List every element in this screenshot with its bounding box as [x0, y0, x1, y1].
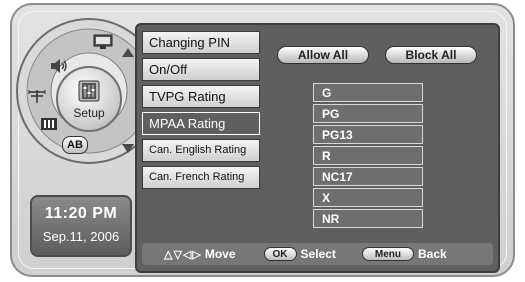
- rating-nr[interactable]: NR: [313, 209, 423, 228]
- clock-display: 11:20 PM Sep.11, 2006: [30, 195, 132, 257]
- rating-g[interactable]: G: [313, 83, 423, 102]
- menu-item-mpaa-rating[interactable]: MPAA Rating: [142, 112, 260, 135]
- setup-button[interactable]: Setup: [56, 66, 122, 132]
- menu-item-can-french-rating[interactable]: Can. French Rating: [142, 166, 260, 189]
- setup-icon: [78, 80, 100, 102]
- help-back: Menu Back: [361, 247, 447, 261]
- ab-input-icon[interactable]: AB: [62, 136, 88, 154]
- select-label: Select: [300, 247, 336, 261]
- menu-item-changing-pin[interactable]: Changing PIN: [142, 31, 260, 54]
- rating-nc17[interactable]: NC17: [313, 167, 423, 186]
- monitor-icon[interactable]: [92, 34, 114, 50]
- rating-pg[interactable]: PG: [313, 104, 423, 123]
- arrow-keys-icon: △▽◁▷: [164, 248, 202, 261]
- dial-down-arrow-icon[interactable]: [122, 144, 134, 153]
- clock-time: 11:20 PM: [44, 205, 118, 222]
- mpaa-rating-list: G PG PG13 R NC17 X NR: [313, 83, 423, 230]
- menu-item-tvpg-rating[interactable]: TVPG Rating: [142, 85, 260, 108]
- ab-input-label: AB: [67, 139, 83, 151]
- setup-label: Setup: [73, 106, 105, 120]
- clock-date: Sep.11, 2006: [42, 229, 120, 244]
- channel-list-icon[interactable]: [38, 116, 60, 132]
- menu-key-icon: Menu: [361, 247, 414, 261]
- lock-menu: Changing PIN On/Off TVPG Rating MPAA Rat…: [142, 31, 260, 193]
- parental-lock-panel: Changing PIN On/Off TVPG Rating MPAA Rat…: [135, 23, 500, 273]
- menu-item-can-english-rating[interactable]: Can. English Rating: [142, 139, 260, 162]
- ok-key-icon: OK: [263, 247, 297, 261]
- rating-x[interactable]: X: [313, 188, 423, 207]
- rating-pg13[interactable]: PG13: [313, 125, 423, 144]
- help-select: OK Select: [263, 247, 336, 261]
- dial-up-arrow-icon[interactable]: [122, 48, 134, 57]
- block-all-button[interactable]: Block All: [385, 46, 477, 64]
- antenna-icon[interactable]: [26, 88, 48, 104]
- menu-item-on-off[interactable]: On/Off: [142, 58, 260, 81]
- help-move: △▽◁▷ Move: [142, 247, 236, 261]
- rating-r[interactable]: R: [313, 146, 423, 165]
- speaker-icon[interactable]: [48, 58, 70, 74]
- allow-all-button[interactable]: Allow All: [277, 46, 369, 64]
- back-label: Back: [418, 247, 447, 261]
- move-label: Move: [204, 247, 236, 261]
- help-bar: △▽◁▷ Move OK Select Menu Back: [142, 243, 493, 265]
